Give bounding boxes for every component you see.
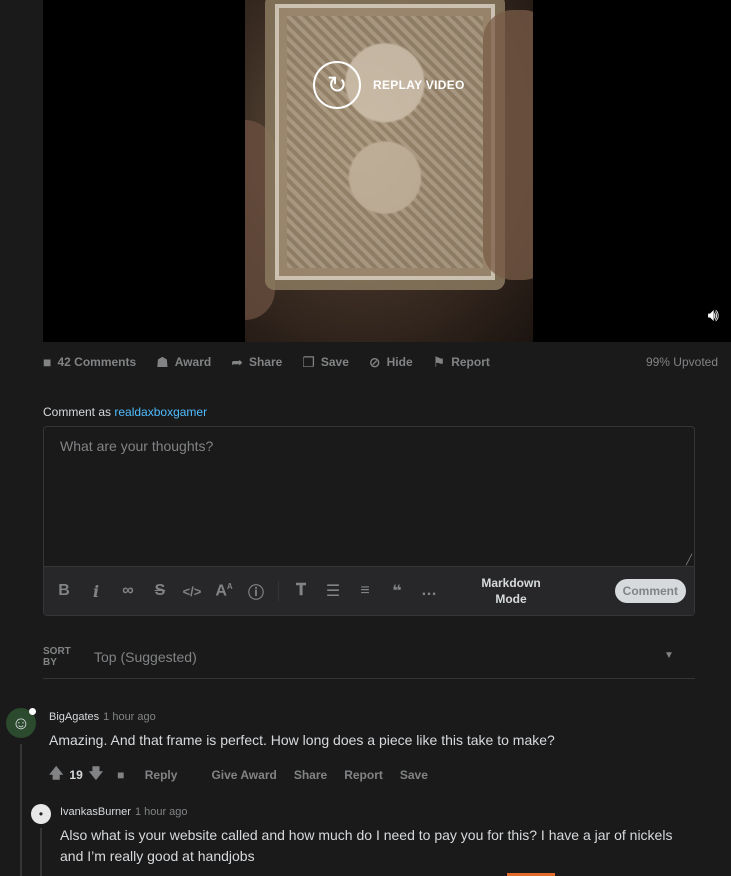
avatar[interactable]: ☺: [6, 708, 36, 738]
user-avatar-icon: •: [38, 807, 44, 821]
comment-body: Also what is your website called and how…: [60, 827, 673, 864]
comment-icon: ■: [43, 354, 52, 370]
inline-code-icon[interactable]: </>: [176, 584, 208, 599]
replay-icon: ↻: [313, 61, 361, 109]
comment-submit-button[interactable]: Comment: [614, 579, 686, 603]
numbered-list-icon[interactable]: ≡: [349, 582, 381, 600]
hide-label: Hide: [386, 355, 413, 369]
spoiler-icon[interactable]: ⓘ: [240, 579, 272, 603]
comment-score: 19: [69, 768, 83, 782]
thread-line[interactable]: [20, 744, 22, 876]
superscript-icon[interactable]: AA: [208, 582, 240, 600]
bold-icon[interactable]: B: [48, 582, 80, 600]
video-frame: [245, 0, 533, 342]
italic-icon[interactable]: i: [80, 582, 112, 601]
share-icon: ➦: [231, 353, 243, 370]
strikethrough-icon[interactable]: S: [144, 582, 176, 600]
username-link[interactable]: realdaxboxgamer: [114, 405, 207, 419]
gift-icon: ☗: [156, 353, 169, 370]
thread-line[interactable]: [40, 828, 42, 876]
flag-icon: ⚑: [432, 353, 446, 370]
volume-icon[interactable]: 🔊︎: [708, 305, 719, 326]
comment-author[interactable]: BigAgates: [49, 711, 99, 723]
share-label: Share: [248, 355, 283, 369]
more-options-icon[interactable]: …: [413, 582, 445, 600]
toolbar-divider: [278, 581, 279, 601]
reply-button[interactable]: ■ Reply: [117, 768, 194, 782]
replay-label: REPLAY VIDEO: [373, 78, 465, 92]
hide-button[interactable]: ⊘ Hide: [369, 354, 413, 371]
report-button[interactable]: ⚑ Report: [433, 354, 490, 371]
video-card-image: [265, 0, 505, 290]
comments-button[interactable]: ■ 42 Comments: [43, 354, 136, 370]
save-label: Save: [320, 355, 349, 369]
quote-icon[interactable]: ❝: [381, 581, 413, 601]
bookmark-icon: ❐: [302, 353, 315, 370]
comment-timestamp[interactable]: 1 hour ago: [103, 711, 156, 723]
sort-dropdown[interactable]: Top (Suggested): [94, 649, 197, 665]
save-button[interactable]: ❐ Save: [302, 354, 349, 371]
share-button[interactable]: ➦ Share: [231, 354, 282, 371]
comment-input-placeholder[interactable]: What are your thoughts?: [60, 438, 213, 454]
link-icon[interactable]: ∞: [112, 582, 144, 600]
comment-body: Amazing. And that frame is perfect. How …: [49, 732, 555, 748]
avatar[interactable]: •: [31, 804, 51, 824]
post-action-bar: ■ 42 Comments ☗ Award ➦ Share ❐ Save ⊘ H…: [43, 350, 723, 374]
editor-toolbar: B i ∞ S </> AA ⓘ 𝐓 ☰ ≡ ❝ … Markdown Mode…: [44, 566, 694, 615]
downvote-arrow-icon[interactable]: 🡇: [89, 763, 103, 787]
save-comment-button[interactable]: Save: [400, 768, 428, 782]
bulleted-list-icon[interactable]: ☰: [317, 581, 349, 601]
sort-by-label: SORT BY: [43, 646, 71, 668]
share-comment-button[interactable]: Share: [294, 768, 327, 782]
heading-icon[interactable]: 𝐓: [285, 582, 317, 600]
report-label: Report: [451, 355, 490, 369]
give-award-button[interactable]: Give Award: [211, 768, 276, 782]
award-button[interactable]: ☗ Award: [156, 354, 211, 371]
comment-action-bar: 🡅 19 🡇 ■ Reply Give Award Share Report S…: [49, 763, 445, 787]
upvote-arrow-icon[interactable]: 🡅: [49, 763, 63, 787]
chevron-down-icon[interactable]: ▼: [664, 650, 674, 661]
snoo-avatar-icon: ☺: [11, 712, 31, 733]
comment-author[interactable]: IvankasBurner: [60, 806, 131, 818]
comment-as-line: Comment as realdaxboxgamer: [43, 405, 207, 419]
online-indicator: [29, 708, 36, 715]
resize-handle-icon[interactable]: ╱: [686, 555, 692, 566]
video-hand-right: [483, 10, 533, 280]
comment-editor[interactable]: What are your thoughts? ╱ B i ∞ S </> AA…: [43, 426, 695, 616]
reply-label: Reply: [144, 768, 178, 782]
comment-meta: IvankasBurner 1 hour ago: [60, 806, 188, 818]
replay-video-button[interactable]: ↻ REPLAY VIDEO: [313, 61, 465, 109]
speech-bubble-icon: ■: [117, 768, 125, 782]
comment-timestamp[interactable]: 1 hour ago: [135, 806, 188, 818]
award-label: Award: [174, 355, 212, 369]
comment-as-prefix: Comment as: [43, 405, 115, 419]
hide-icon: ⊘: [368, 353, 381, 370]
divider: [43, 678, 695, 679]
report-comment-button[interactable]: Report: [344, 768, 383, 782]
video-player[interactable]: ↻ REPLAY VIDEO 🔊︎: [43, 0, 731, 342]
upvote-ratio: 99% Upvoted: [645, 355, 718, 369]
comment-meta: BigAgates 1 hour ago: [49, 711, 156, 723]
comments-count: 42 Comments: [57, 355, 137, 369]
markdown-mode-button[interactable]: Markdown Mode: [471, 575, 551, 607]
